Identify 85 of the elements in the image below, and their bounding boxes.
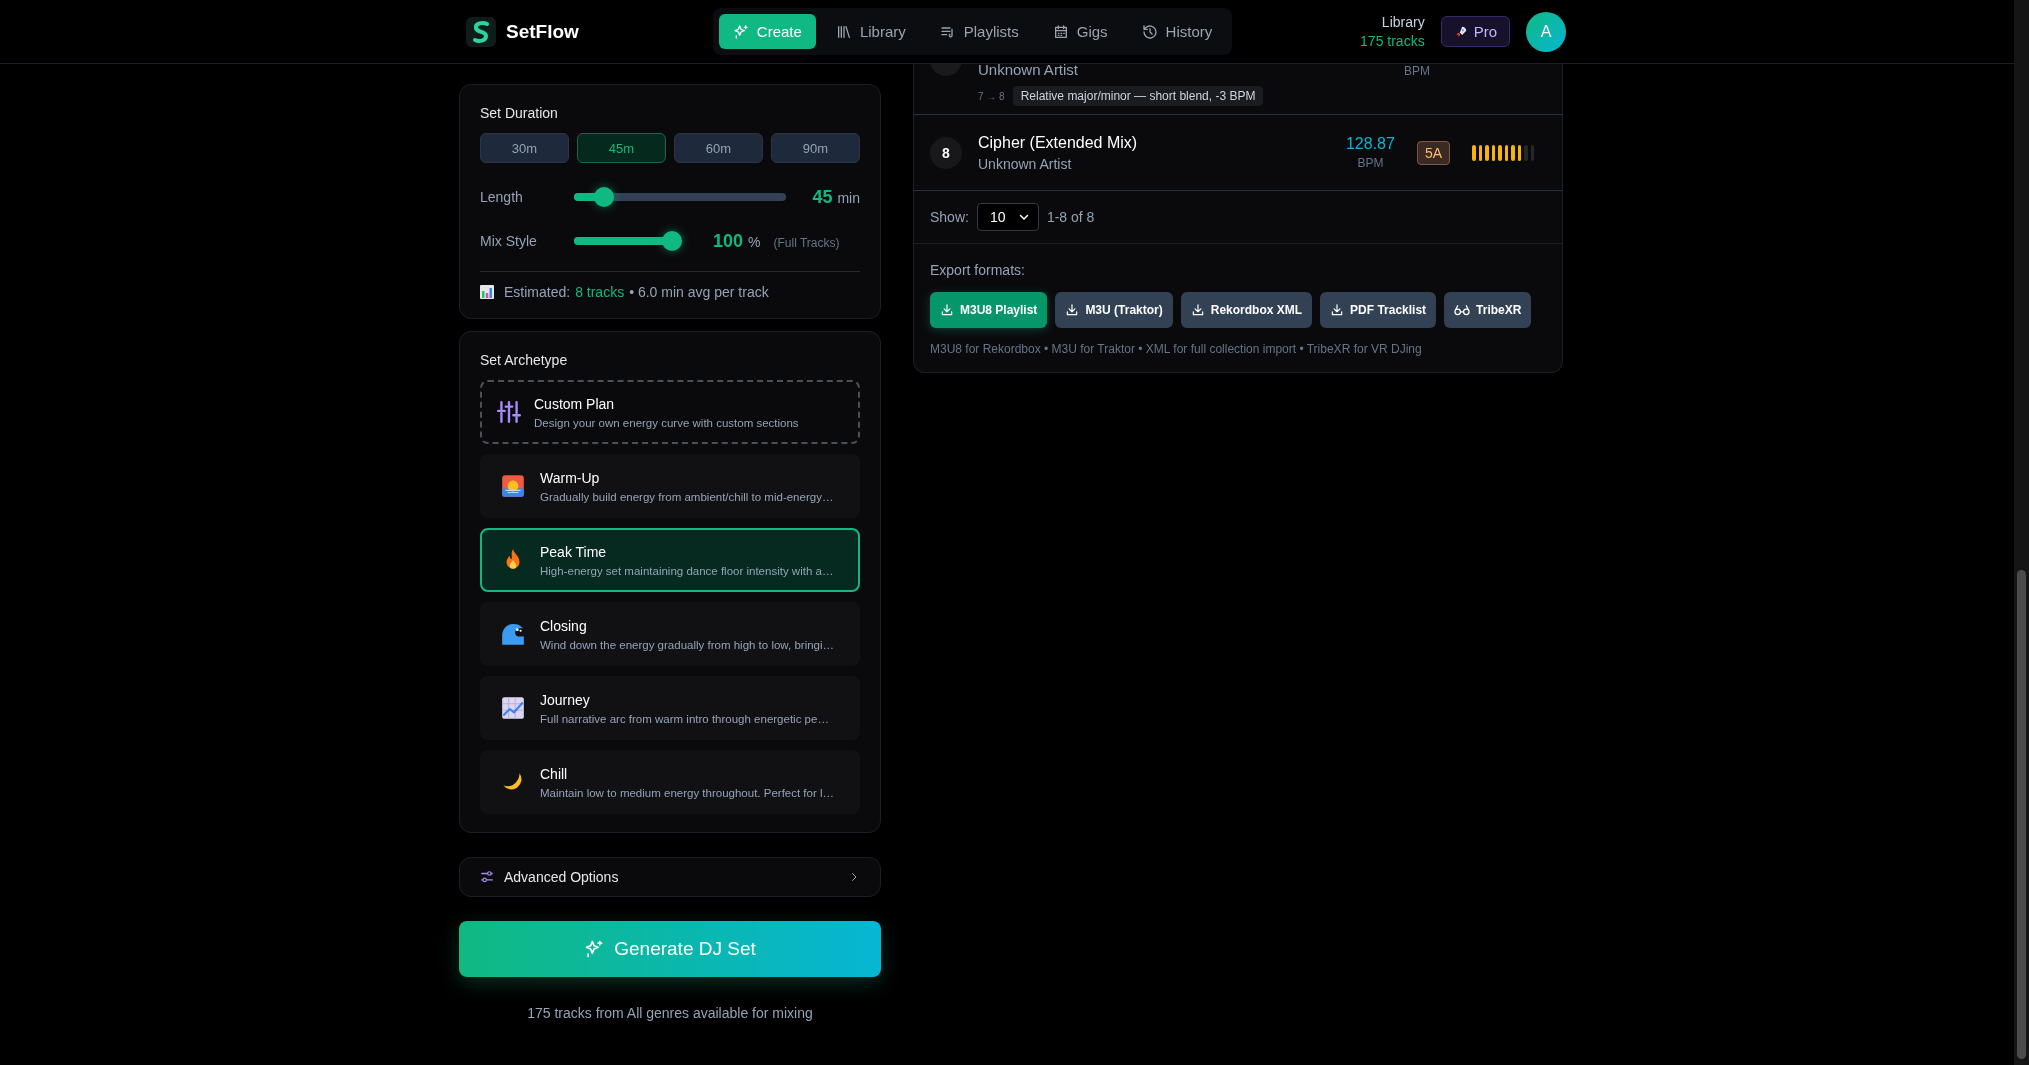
- pro-badge[interactable]: Pro: [1440, 16, 1510, 47]
- archetype-name: Closing: [540, 617, 588, 634]
- bpm-label: BPM: [1404, 64, 1430, 78]
- export-button[interactable]: M3U8 Playlist: [930, 292, 1048, 328]
- archetype-description: Full narrative arc from warm intro through energetic pe…: [540, 712, 829, 725]
- sparkle-icon: [584, 939, 605, 959]
- download-icon: [1065, 303, 1080, 317]
- transition-note: Relative major/minor — short blend, -3 BPM: [1012, 86, 1264, 106]
- download-icon: [1330, 303, 1345, 317]
- unit-label: min: [837, 189, 860, 206]
- track-count: 175 tracks: [1360, 31, 1425, 51]
- archetype-description: Design your own energy curve with custom sections: [534, 416, 799, 429]
- archetype-description: Maintain low to medium energy throughout. Perfect for l…: [540, 786, 835, 799]
- slider-label: Length: [480, 189, 524, 205]
- library-icon: [835, 23, 852, 40]
- history-icon: [1141, 23, 1158, 40]
- scrollbar[interactable]: [2014, 0, 2029, 1065]
- bpm-label: BPM: [1356, 156, 1385, 170]
- archetype-name: Journey: [540, 691, 591, 708]
- archetype-name: Chill: [540, 765, 569, 782]
- duration-preset[interactable]: 90m: [771, 133, 860, 163]
- duration-preset[interactable]: 45m: [577, 133, 666, 163]
- library-label: Library: [1380, 12, 1425, 32]
- estimate-tracks: 8 tracks: [575, 284, 625, 300]
- duration-preset[interactable]: 30m: [480, 133, 569, 163]
- section-title: Set Duration: [480, 105, 559, 121]
- calendar-icon: [1052, 23, 1069, 40]
- unit-label: %: [748, 233, 761, 250]
- page-range: 1-8 of 8: [1046, 209, 1095, 225]
- archetype-option[interactable]: Chill Maintain low to medium energy throughout. Perfect for l…: [480, 750, 860, 814]
- slider-thumb[interactable]: [662, 231, 682, 251]
- slider-value: 45: [812, 186, 833, 208]
- duration-preset[interactable]: 60m: [674, 133, 763, 163]
- archetype-option[interactable]: Closing Wind down the energy gradually from high to low, bringi…: [480, 602, 860, 666]
- archetype-option[interactable]: Journey Full narrative arc from warm intro through energetic pe…: [480, 676, 860, 740]
- slider-thumb[interactable]: [593, 187, 614, 207]
- track-artist: Unknown Artist: [978, 64, 1079, 78]
- archetype-option[interactable]: Peak Time High-energy set maintaining dance floor intensity with a…: [480, 528, 860, 592]
- nav-tab[interactable]: Library: [821, 14, 920, 49]
- key-badge: 5A: [1416, 140, 1450, 165]
- export-button[interactable]: PDF Tracklist: [1320, 292, 1437, 328]
- bar-chart-icon: [480, 285, 494, 299]
- archetype-name: Warm-Up: [540, 469, 601, 486]
- advanced-options-toggle[interactable]: Advanced Options: [459, 857, 881, 897]
- slider-value: 100: [713, 230, 744, 252]
- sunrise-icon: [500, 473, 526, 499]
- page-size-label: Show:: [930, 209, 969, 225]
- logo-icon: [466, 16, 496, 47]
- download-icon: [1190, 303, 1205, 317]
- nav-tab[interactable]: Playlists: [925, 14, 1033, 49]
- archetype-name: Custom Plan: [534, 395, 616, 412]
- sliders-icon: [480, 870, 494, 884]
- archetype-description: High-energy set maintaining dance floor intensity with a…: [540, 564, 834, 577]
- availability-note: 175 tracks from All genres available for mixing: [526, 1005, 814, 1021]
- track-row[interactable]: 8 Cipher (Extended Mix) Unknown Artist 128.87 BPM 5A: [914, 115, 1562, 191]
- sparkle-icon: [732, 23, 749, 40]
- sliders-icon: [496, 399, 522, 425]
- export-button[interactable]: TribeXR: [1444, 292, 1532, 328]
- transition-index: 7 → 8: [978, 90, 1005, 102]
- wave-icon: [500, 621, 526, 647]
- track-title: Cipher (Extended Mix): [978, 133, 1139, 152]
- export-button[interactable]: Rekordbox XML: [1180, 292, 1313, 328]
- estimate-detail: • 6.0 min avg per track: [629, 284, 769, 300]
- archetype-name: Peak Time: [540, 543, 608, 560]
- export-note: M3U8 for Rekordbox • M3U for Traktor • XML for full collection import • TribeXR for VR DJing: [930, 342, 1423, 356]
- nav-tab[interactable]: History: [1127, 14, 1227, 49]
- glasses-icon: [1454, 303, 1471, 317]
- track-artist: Unknown Artist: [978, 155, 1073, 172]
- download-icon: [940, 303, 954, 317]
- archetype-description: Gradually build energy from ambient/chill to mid-energy…: [540, 490, 834, 503]
- track-number-badge: 8: [930, 136, 962, 169]
- nav-tab[interactable]: Gigs: [1038, 14, 1122, 49]
- archetype-description: Wind down the energy gradually from high to low, bringi…: [540, 638, 835, 651]
- app-logo: SetFlow: [506, 20, 579, 43]
- line-chart-icon: [500, 695, 526, 721]
- slider-note: (Full Tracks): [773, 235, 840, 250]
- export-button[interactable]: M3U (Traktor): [1055, 292, 1173, 328]
- page-size-select[interactable]: 10: [976, 203, 1039, 231]
- section-title: Set Archetype: [480, 352, 569, 368]
- slider-label: Mix Style: [480, 233, 538, 249]
- bpm-value: 128.87: [1345, 135, 1395, 153]
- estimate-label: Estimated:: [504, 284, 571, 300]
- archetype-option[interactable]: Warm-Up Gradually build energy from ambient/chill to mid-energy…: [480, 454, 860, 518]
- export-title: Export formats:: [930, 262, 1026, 278]
- archetype-option[interactable]: Custom Plan Design your own energy curve with custom sections: [480, 380, 860, 444]
